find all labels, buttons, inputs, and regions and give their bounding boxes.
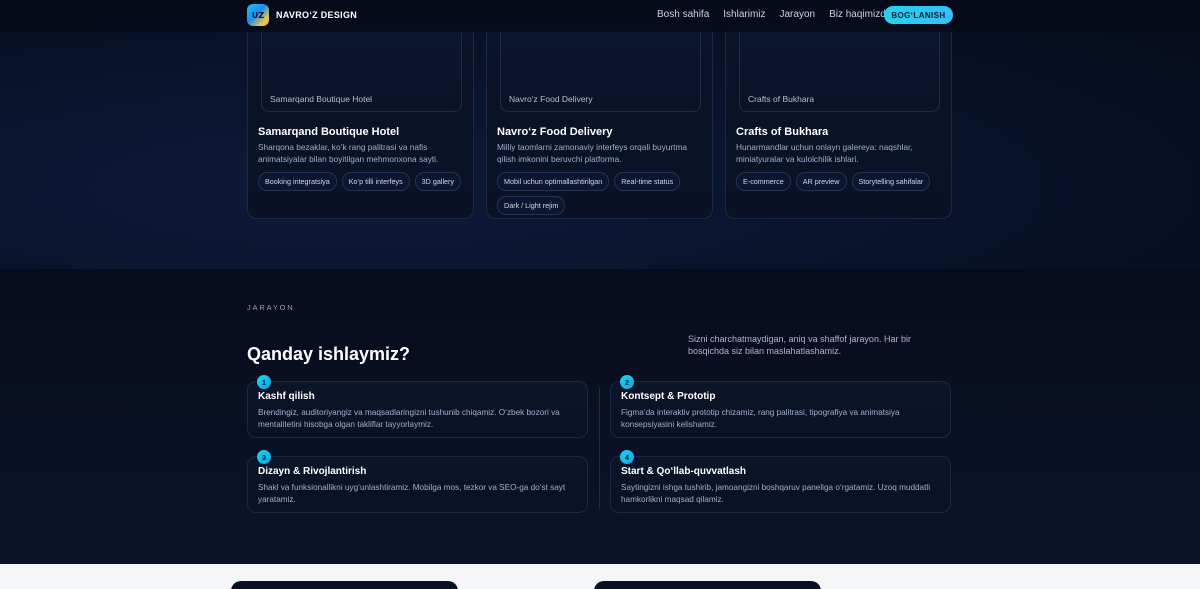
nav-link-home[interactable]: Bosh sahifa bbox=[657, 9, 709, 20]
step-title: Kashf qilish bbox=[258, 391, 315, 402]
tag: Real-time status bbox=[614, 172, 681, 191]
project-card[interactable]: Navro‘z Food Delivery Navro‘z Food Deliv… bbox=[486, 20, 713, 219]
project-tags: Mobil uchun optimallashtirilgan Real-tim… bbox=[497, 172, 707, 215]
project-description: Milliy taomlarni zamonaviy interfeys orq… bbox=[497, 142, 687, 164]
step-number-badge: 1 bbox=[257, 375, 271, 389]
tag: Mobil uchun optimallashtirilgan bbox=[497, 172, 610, 191]
process-step: 1 Kashf qilish Brendingiz, auditoriyangi… bbox=[247, 375, 588, 438]
nav-link-process[interactable]: Jarayon bbox=[780, 9, 816, 20]
thumbnail-label: Samarqand Boutique Hotel bbox=[270, 94, 373, 104]
project-tags: Booking integratsiya Ko‘p tilli interfey… bbox=[258, 172, 468, 191]
brand[interactable]: UZ NAVRO‘Z DESIGN bbox=[247, 4, 357, 26]
process-section bbox=[0, 269, 1200, 564]
main-nav: Bosh sahifa Ishlarimiz Jarayon Biz haqim… bbox=[657, 9, 891, 20]
project-card[interactable]: Samarqand Boutique Hotel Samarqand Bouti… bbox=[247, 20, 474, 219]
process-step: 3 Dizayn & Rivojlantirish Shakl va funks… bbox=[247, 450, 588, 513]
section-eyebrow: JARAYON bbox=[247, 303, 295, 312]
thumbnail-label: Crafts of Bukhara bbox=[748, 94, 815, 104]
process-step: 2 Kontsept & Prototip Figma’da interakti… bbox=[610, 375, 951, 438]
project-card[interactable]: Crafts of Bukhara Crafts of Bukhara Huna… bbox=[725, 20, 952, 219]
project-thumbnail[interactable]: Navro‘z Food Delivery bbox=[500, 21, 701, 112]
step-title: Start & Qo‘llab-quvvatlash bbox=[621, 466, 747, 477]
logo-icon: UZ bbox=[247, 4, 269, 26]
step-number-badge: 4 bbox=[620, 450, 634, 464]
next-card-edge bbox=[594, 581, 821, 589]
next-section-preview bbox=[0, 564, 1200, 589]
nav-link-works[interactable]: Ishlarimiz bbox=[723, 9, 765, 20]
section-subtext: Sizni charchatmaydigan, aniq va shaffof … bbox=[688, 334, 911, 356]
project-title: Samarqand Boutique Hotel bbox=[258, 126, 400, 138]
column-divider bbox=[599, 388, 600, 508]
site-header: UZ NAVRO‘Z DESIGN Bosh sahifa Ishlarimiz… bbox=[0, 0, 1200, 32]
project-tags: E-commerce AR preview Storytelling sahif… bbox=[736, 172, 946, 191]
project-thumbnail[interactable]: Crafts of Bukhara bbox=[739, 21, 940, 112]
project-title: Crafts of Bukhara bbox=[736, 126, 829, 138]
step-description: Brendingiz, auditoriyangiz va maqsadlari… bbox=[258, 408, 560, 429]
project-thumbnail[interactable]: Samarqand Boutique Hotel bbox=[261, 21, 462, 112]
project-description: Hunarmandlar uchun onlayn galereya: naqs… bbox=[736, 142, 913, 164]
brand-name: NAVRO‘Z DESIGN bbox=[276, 10, 358, 20]
tag: Ko‘p tilli interfeys bbox=[341, 172, 410, 191]
step-description: Figma’da interaktiv prototip chizamiz, r… bbox=[621, 408, 900, 429]
tag: 3D gallery bbox=[414, 172, 462, 191]
contact-button[interactable]: BOG‘LANISH bbox=[884, 6, 953, 24]
step-number-badge: 2 bbox=[620, 375, 634, 389]
step-title: Kontsept & Prototip bbox=[621, 391, 716, 402]
tag: Booking integratsiya bbox=[258, 172, 337, 191]
step-number-badge: 3 bbox=[257, 450, 271, 464]
process-step: 4 Start & Qo‘llab-quvvatlash Saytingizni… bbox=[610, 450, 951, 513]
project-description: Sharqona bezaklar, ko‘k rang palitrasi v… bbox=[258, 142, 439, 164]
thumbnail-label: Navro‘z Food Delivery bbox=[509, 94, 593, 104]
step-title: Dizayn & Rivojlantirish bbox=[258, 466, 367, 477]
tag: Dark / Light rejim bbox=[497, 196, 566, 215]
tag: AR preview bbox=[795, 172, 847, 191]
step-description: Saytingizni ishga tushirib, jamoangizni … bbox=[621, 483, 931, 504]
project-title: Navro‘z Food Delivery bbox=[497, 126, 613, 138]
nav-link-about[interactable]: Biz haqimizda bbox=[829, 9, 891, 20]
section-heading: Qanday ishlaymiz? bbox=[247, 344, 411, 364]
next-card-edge bbox=[231, 581, 458, 589]
step-description: Shakl va funksionallikni uyg‘unlashtiram… bbox=[258, 483, 566, 504]
tag: E-commerce bbox=[736, 172, 791, 191]
tag: Storytelling sahifalar bbox=[851, 172, 931, 191]
